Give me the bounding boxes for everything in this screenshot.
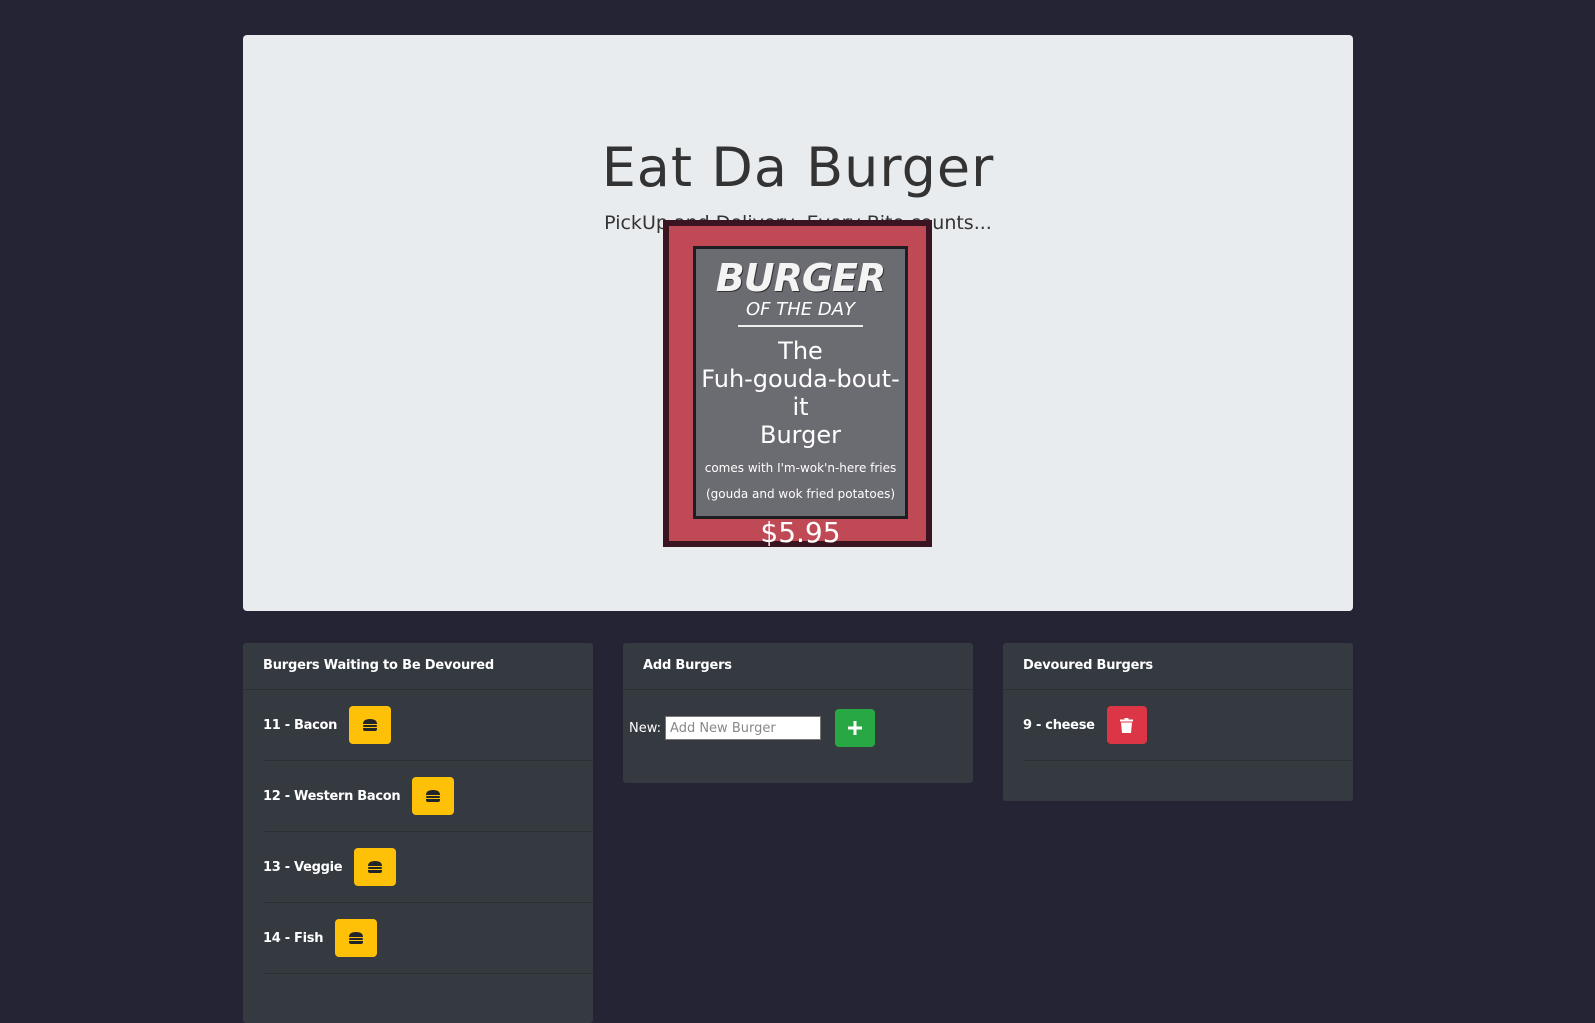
hamburger-icon <box>426 790 441 802</box>
list-item: 9 - cheese <box>1023 690 1353 761</box>
list-item: 12 - Western Bacon <box>263 761 593 832</box>
list-item: 11 - Bacon <box>263 690 593 761</box>
list-item: 13 - Veggie <box>263 832 593 903</box>
burger-label: 13 - Veggie <box>263 859 343 875</box>
burger-label: 9 - cheese <box>1023 717 1095 733</box>
board-name-line2: Fuh-gouda-bout-it <box>701 365 900 421</box>
hamburger-icon <box>349 932 364 944</box>
chalkboard: BURGER OF THE DAY The Fuh-gouda-bout-it … <box>693 246 908 549</box>
plus-icon <box>848 721 863 735</box>
devour-button[interactable] <box>354 848 397 886</box>
board-heading: BURGER <box>715 256 887 300</box>
hamburger-icon <box>368 861 383 873</box>
devoured-card-title: Devoured Burgers <box>1003 643 1353 690</box>
add-burger-button[interactable] <box>835 709 876 747</box>
hero-jumbotron: Eat Da Burger PickUp and Delivery, Every… <box>243 35 1353 611</box>
devoured-burgers-list: 9 - cheese <box>1003 690 1353 761</box>
board-price: $5.95 <box>760 516 841 549</box>
devoured-burgers-card: Devoured Burgers 9 - cheese <box>1003 643 1353 801</box>
list-item: 14 - Fish <box>263 903 593 974</box>
board-desc-line1: comes with I'm-wok'n-here fries <box>704 461 897 475</box>
add-card-title: Add Burgers <box>623 643 973 690</box>
add-burgers-card: Add Burgers New: <box>623 643 973 783</box>
chalkboard-frame: BURGER OF THE DAY The Fuh-gouda-bout-it … <box>669 226 926 549</box>
waiting-burgers-card: Burgers Waiting to Be Devoured 11 - Baco… <box>243 643 593 1023</box>
devour-button[interactable] <box>349 706 392 744</box>
devour-button[interactable] <box>335 919 378 957</box>
burger-label: 14 - Fish <box>263 930 324 946</box>
page-title: Eat Da Burger <box>601 136 995 199</box>
board-name-line3: Burger <box>760 421 841 449</box>
add-burger-form: New: <box>623 690 973 747</box>
new-burger-input[interactable] <box>665 716 822 740</box>
burger-label: 11 - Bacon <box>263 717 338 733</box>
waiting-card-title: Burgers Waiting to Be Devoured <box>243 643 593 690</box>
board-desc-line2: (gouda and wok fried potatoes) <box>705 487 896 501</box>
board-name-line1: The <box>778 337 823 365</box>
delete-button[interactable] <box>1106 706 1147 744</box>
burger-of-the-day-image: BURGER OF THE DAY The Fuh-gouda-bout-it … <box>663 220 932 549</box>
trash-icon <box>1120 717 1134 733</box>
devour-button[interactable] <box>412 777 455 815</box>
burger-label: 12 - Western Bacon <box>263 788 401 804</box>
new-burger-label: New: <box>629 720 662 736</box>
board-subheading: OF THE DAY <box>737 299 864 327</box>
waiting-burgers-list: 11 - Bacon 12 - Western Bacon 13 - Veggi… <box>243 690 593 974</box>
hamburger-icon <box>363 719 378 731</box>
